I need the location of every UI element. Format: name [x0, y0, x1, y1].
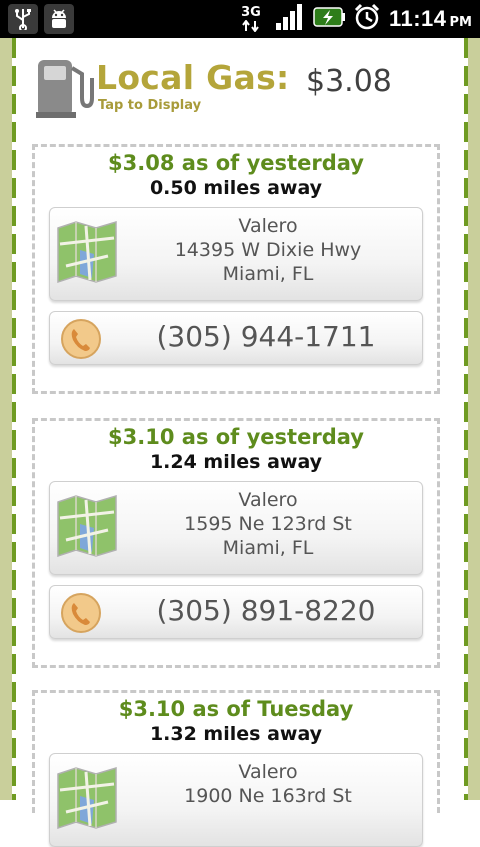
phone-number: (305) 891-8220 [156, 594, 376, 627]
station-street: 1900 Ne 163rd St [184, 785, 352, 807]
station-price: $3.08 as of yesterday [108, 151, 364, 175]
alarm-icon [353, 3, 381, 35]
address-text: Valero 14395 W Dixie Hwy Miami, FL [120, 214, 416, 286]
station-name: Valero [238, 215, 298, 237]
station-price: $3.10 as of Tuesday [118, 697, 354, 721]
map-icon [57, 494, 117, 558]
phone-button[interactable]: (305) 891-8220 [49, 585, 423, 639]
map-icon [57, 220, 117, 284]
station-city: Miami, FL [222, 537, 314, 559]
address-text: Valero 1900 Ne 163rd St [120, 760, 416, 808]
address-text: Valero 1595 Ne 123rd St Miami, FL [120, 488, 416, 560]
station-name: Valero [238, 489, 298, 511]
station-street: 1595 Ne 123rd St [184, 513, 352, 535]
phone-number: (305) 944-1711 [156, 320, 376, 353]
clock-ampm: PM [449, 15, 472, 30]
station-street: 14395 W Dixie Hwy [174, 239, 362, 261]
address-button[interactable]: Valero 1900 Ne 163rd St [49, 753, 423, 847]
usb-icon [8, 4, 38, 34]
station-city: Miami, FL [222, 263, 314, 285]
network-3g-icon: 3G [235, 4, 267, 34]
phone-icon [61, 319, 101, 359]
app-body: Local Gas: Tap to Display $3.08 $3.08 as… [0, 38, 480, 847]
tap-to-display-label: Tap to Display [98, 98, 202, 113]
station-name: Valero [238, 761, 298, 783]
phone-icon [61, 593, 101, 633]
right-dashed-border [464, 38, 468, 800]
android-debug-icon [44, 4, 74, 34]
station-card: $3.10 as of Tuesday 1.32 miles away Vale… [32, 690, 440, 847]
station-distance: 1.32 miles away [149, 723, 323, 745]
address-button[interactable]: Valero 1595 Ne 123rd St Miami, FL [49, 481, 423, 575]
phone-button[interactable]: (305) 944-1711 [49, 311, 423, 365]
station-distance: 1.24 miles away [149, 451, 323, 473]
battery-charging-icon [313, 5, 345, 33]
station-distance: 0.50 miles away [149, 177, 323, 199]
gas-pump-icon [36, 60, 94, 118]
address-button[interactable]: Valero 14395 W Dixie Hwy Miami, FL [49, 207, 423, 301]
station-card: $3.08 as of yesterday 0.50 miles away Va… [32, 144, 440, 394]
status-bar: 3G 11:14 PM [0, 0, 480, 38]
signal-icon [275, 3, 305, 35]
clock: 11:14 PM [389, 6, 472, 32]
left-dashed-border [12, 38, 16, 800]
station-price: $3.10 as of yesterday [108, 425, 364, 449]
left-rail [0, 38, 12, 800]
right-rail [468, 38, 480, 800]
map-icon [57, 766, 117, 830]
brand-title: Local Gas: [96, 58, 290, 97]
header-price: $3.08 [306, 64, 392, 99]
local-gas-header[interactable]: Local Gas: Tap to Display $3.08 [34, 54, 444, 120]
station-card: $3.10 as of yesterday 1.24 miles away Va… [32, 418, 440, 668]
clock-time: 11:14 [388, 6, 447, 31]
